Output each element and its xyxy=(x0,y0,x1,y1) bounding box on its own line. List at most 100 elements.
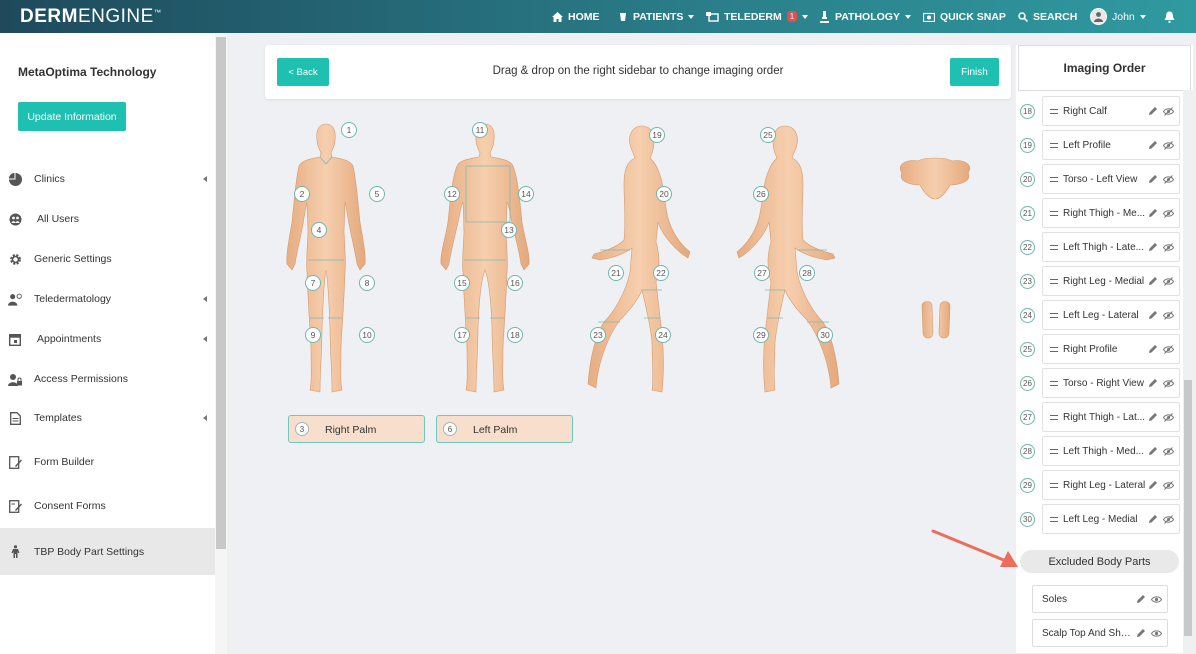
nav-patients[interactable]: PATIENTS xyxy=(618,0,695,33)
pencil-icon[interactable] xyxy=(1148,412,1158,425)
finish-button[interactable]: Finish xyxy=(950,58,999,86)
body-part-marker[interactable]: 23 xyxy=(590,327,606,343)
order-item-card[interactable]: Right Leg - Lateral xyxy=(1042,470,1180,500)
app-logo[interactable]: DERMENGINE™ xyxy=(20,6,161,28)
order-item-card[interactable]: Left Profile xyxy=(1042,130,1180,160)
body-part-marker[interactable]: 12 xyxy=(444,186,460,202)
sidebar-item-templates[interactable]: Templates xyxy=(0,398,215,438)
body-part-marker[interactable]: 13 xyxy=(501,222,517,238)
nav-home[interactable]: HOME xyxy=(552,0,600,33)
body-part-marker[interactable]: 1 xyxy=(341,122,357,138)
body-part-marker[interactable]: 8 xyxy=(359,275,375,291)
eye-off-icon[interactable] xyxy=(1162,175,1175,187)
drag-handle-icon[interactable] xyxy=(1050,381,1058,386)
update-information-button[interactable]: Update Information xyxy=(18,102,126,131)
drag-handle-icon[interactable] xyxy=(1050,313,1058,318)
imaging-order-item[interactable]: 22 Left Thigh - Late... xyxy=(1018,232,1180,262)
pencil-icon[interactable] xyxy=(1148,276,1158,289)
body-part-marker[interactable]: 30 xyxy=(817,327,833,343)
pencil-icon[interactable] xyxy=(1148,378,1158,391)
body-part-marker[interactable]: 9 xyxy=(305,327,321,343)
body-part-marker[interactable]: 4 xyxy=(311,222,327,238)
sidebar-item-all-users[interactable]: All Users xyxy=(0,199,215,239)
nav-pathology[interactable]: PATHOLOGY xyxy=(818,0,911,33)
excluded-body-part-item[interactable]: Scalp Top And Sho... xyxy=(1032,619,1168,647)
body-part-marker[interactable]: 24 xyxy=(655,327,671,343)
body-part-marker[interactable]: 21 xyxy=(608,265,624,281)
body-part-marker[interactable]: 22 xyxy=(653,265,669,281)
imaging-order-item[interactable]: 23 Right Leg - Medial xyxy=(1018,266,1180,296)
drag-handle-icon[interactable] xyxy=(1050,109,1058,114)
eye-off-icon[interactable] xyxy=(1162,311,1175,323)
nav-search[interactable]: SEARCH xyxy=(1018,0,1077,33)
imaging-order-item[interactable]: 20 Torso - Left View xyxy=(1018,164,1180,194)
pencil-icon[interactable] xyxy=(1148,480,1158,493)
pencil-icon[interactable] xyxy=(1148,208,1158,221)
order-item-card[interactable]: Right Profile xyxy=(1042,334,1180,364)
body-part-marker[interactable]: 26 xyxy=(753,186,769,202)
imaging-order-item[interactable]: 29 Right Leg - Lateral xyxy=(1018,470,1180,500)
eye-off-icon[interactable] xyxy=(1162,243,1175,255)
imaging-order-item[interactable]: 26 Torso - Right View xyxy=(1018,368,1180,398)
sidebar-item-access-permissions[interactable]: Access Permissions xyxy=(0,359,215,399)
nav-user-menu[interactable]: John xyxy=(1090,0,1146,33)
excluded-body-part-item[interactable]: Soles xyxy=(1032,585,1168,613)
body-part-marker[interactable]: 10 xyxy=(359,327,375,343)
body-part-marker[interactable]: 27 xyxy=(754,265,770,281)
eye-off-icon[interactable] xyxy=(1162,277,1175,289)
order-item-card[interactable]: Left Leg - Lateral xyxy=(1042,300,1180,330)
eye-off-icon[interactable] xyxy=(1162,209,1175,221)
imaging-order-item[interactable]: 24 Left Leg - Lateral xyxy=(1018,300,1180,330)
drag-handle-icon[interactable] xyxy=(1050,517,1058,522)
body-part-marker[interactable]: 20 xyxy=(656,186,672,202)
body-part-marker[interactable]: 14 xyxy=(518,186,534,202)
order-item-card[interactable]: Right Calf xyxy=(1042,96,1180,126)
eye-off-icon[interactable] xyxy=(1162,515,1175,527)
drag-handle-icon[interactable] xyxy=(1050,415,1058,420)
drag-handle-icon[interactable] xyxy=(1050,245,1058,250)
body-part-marker[interactable]: 16 xyxy=(507,275,523,291)
pencil-icon[interactable] xyxy=(1148,514,1158,527)
pencil-icon[interactable] xyxy=(1136,628,1146,641)
eye-off-icon[interactable] xyxy=(1162,107,1175,119)
order-item-card[interactable]: Left Thigh - Late... xyxy=(1042,232,1180,262)
pencil-icon[interactable] xyxy=(1148,446,1158,459)
eye-off-icon[interactable] xyxy=(1162,345,1175,357)
sidebar-item-form-builder[interactable]: Form Builder xyxy=(0,442,215,482)
order-item-card[interactable]: Right Thigh - Lat... xyxy=(1042,402,1180,432)
body-part-marker[interactable]: 11 xyxy=(472,122,488,138)
pencil-icon[interactable] xyxy=(1148,174,1158,187)
drag-handle-icon[interactable] xyxy=(1050,177,1058,182)
body-part-marker[interactable]: 18 xyxy=(507,327,523,343)
body-part-marker[interactable]: 17 xyxy=(454,327,470,343)
sidebar-item-appointments[interactable]: Appointments xyxy=(0,319,215,359)
nav-telederm[interactable]: TELEDERM 1 xyxy=(706,0,809,33)
imaging-order-item[interactable]: 18 Right Calf xyxy=(1018,96,1180,126)
imaging-order-item[interactable]: 19 Left Profile xyxy=(1018,130,1180,160)
sidebar-scrollbar[interactable] xyxy=(215,33,227,654)
drag-handle-icon[interactable] xyxy=(1050,483,1058,488)
pencil-icon[interactable] xyxy=(1148,242,1158,255)
imaging-order-scrollbar[interactable] xyxy=(1183,90,1193,653)
drag-handle-icon[interactable] xyxy=(1050,143,1058,148)
body-part-marker[interactable]: 2 xyxy=(294,186,310,202)
eye-icon[interactable] xyxy=(1150,629,1163,641)
pencil-icon[interactable] xyxy=(1148,106,1158,119)
imaging-order-item[interactable]: 25 Right Profile xyxy=(1018,334,1180,364)
palm-card-right[interactable]: 3 Right Palm xyxy=(288,415,425,443)
nav-quick-snap[interactable]: QUICK SNAP xyxy=(923,0,1006,33)
pencil-icon[interactable] xyxy=(1148,310,1158,323)
eye-off-icon[interactable] xyxy=(1162,141,1175,153)
drag-handle-icon[interactable] xyxy=(1050,279,1058,284)
order-item-card[interactable]: Right Leg - Medial xyxy=(1042,266,1180,296)
body-part-marker[interactable]: 25 xyxy=(760,127,776,143)
palm-card-left[interactable]: 6 Left Palm xyxy=(436,415,573,443)
body-part-marker[interactable]: 5 xyxy=(369,186,385,202)
eye-off-icon[interactable] xyxy=(1162,481,1175,493)
eye-off-icon[interactable] xyxy=(1162,413,1175,425)
imaging-order-item[interactable]: 28 Left Thigh - Med... xyxy=(1018,436,1180,466)
body-part-marker[interactable]: 7 xyxy=(305,275,321,291)
order-item-card[interactable]: Left Leg - Medial xyxy=(1042,504,1180,534)
pencil-icon[interactable] xyxy=(1148,140,1158,153)
imaging-order-item[interactable]: 30 Left Leg - Medial xyxy=(1018,504,1180,534)
